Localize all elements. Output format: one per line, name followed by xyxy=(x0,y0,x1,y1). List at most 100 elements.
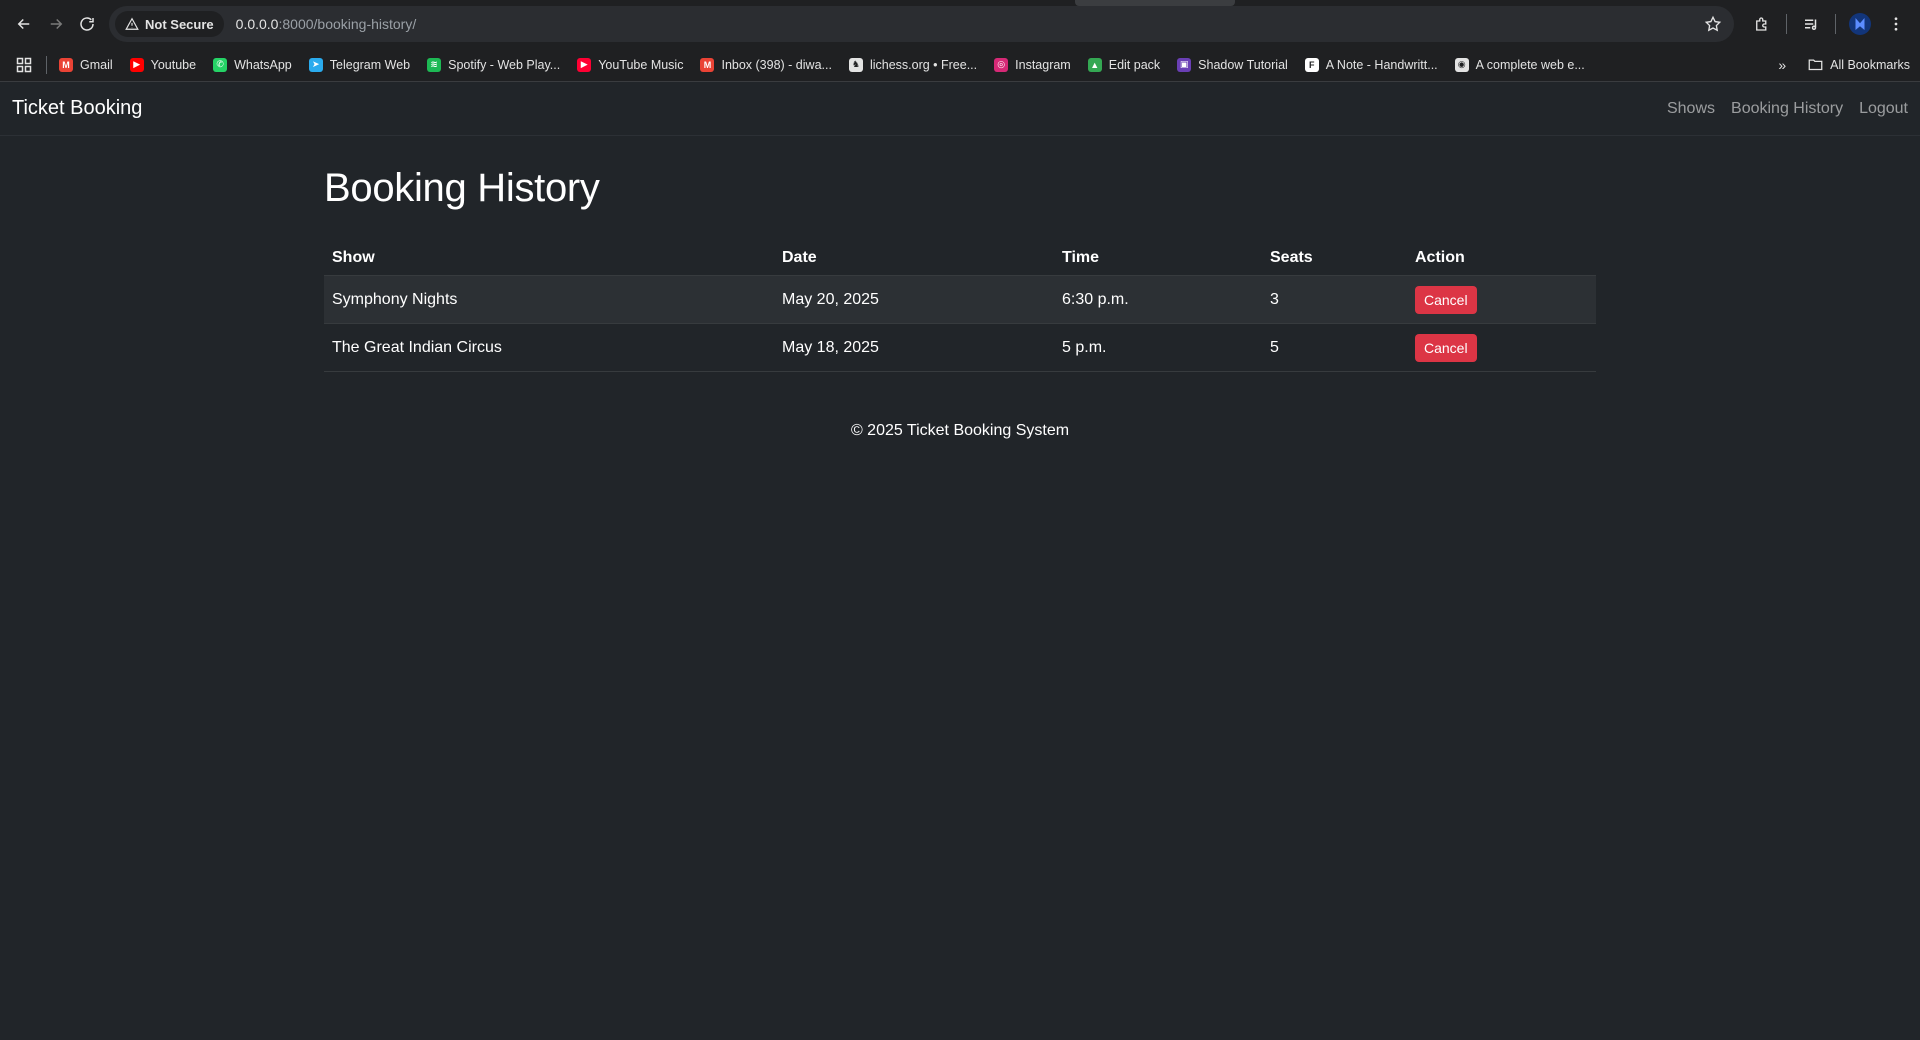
bookmark-label: A Note - Handwritt... xyxy=(1325,57,1438,72)
url-text[interactable]: 0.0.0.0:8000/booking-history/ xyxy=(236,16,417,32)
page-title: Booking History xyxy=(324,166,600,210)
bookmark-star-icon[interactable] xyxy=(1704,15,1722,33)
warning-triangle-icon xyxy=(125,17,139,30)
cancel-booking-button[interactable]: Cancel xyxy=(1415,333,1477,362)
cell-action: Cancel xyxy=(1407,323,1596,372)
kebab-menu-icon xyxy=(1894,17,1898,31)
bookmark-item[interactable]: ▶ YouTube Music xyxy=(577,57,684,72)
puzzle-icon xyxy=(1756,17,1767,31)
google-drive-icon: ▲ xyxy=(1087,57,1102,72)
bookmark-label: Gmail xyxy=(80,57,113,72)
site-navbar: Ticket Booking Shows Booking History Log… xyxy=(0,82,1920,136)
bookmark-item[interactable]: ◎ Instagram xyxy=(994,57,1071,72)
cell-seats: 5 xyxy=(1262,323,1407,372)
gmail-icon: M xyxy=(59,57,73,72)
bookmark-item[interactable]: ▣ Shadow Tutorial xyxy=(1177,57,1288,72)
bookmark-label: WhatsApp xyxy=(234,57,292,72)
bookmark-item[interactable]: M Gmail xyxy=(59,57,113,72)
nav-link-logout[interactable]: Logout xyxy=(1859,100,1908,118)
page-footer: © 2025 Ticket Booking System xyxy=(850,422,1070,439)
reload-icon xyxy=(80,17,94,31)
toolbar-actions xyxy=(1746,8,1912,40)
toolbar-separator xyxy=(1786,14,1788,34)
bookmark-label: Inbox (398) - diwa... xyxy=(721,57,832,72)
booking-table: Show Date Time Seats Action Symphony Nig… xyxy=(324,241,1596,372)
nav-link-booking-history[interactable]: Booking History xyxy=(1731,100,1843,118)
nav-links: Shows Booking History Logout xyxy=(1667,100,1908,118)
cell-date: May 20, 2025 xyxy=(774,275,1054,324)
bookmark-label: lichess.org • Free... xyxy=(869,57,978,72)
bookmark-item[interactable]: M Inbox (398) - diwa... xyxy=(700,57,832,72)
whatsapp-icon: ✆ xyxy=(213,57,228,72)
bookmark-label: Telegram Web xyxy=(329,57,411,72)
url-host: 0.0.0.0 xyxy=(235,16,279,32)
column-header-date: Date xyxy=(774,241,1054,276)
bookmark-label: A complete web e... xyxy=(1475,57,1585,72)
apps-button[interactable] xyxy=(10,57,38,73)
column-header-seats: Seats xyxy=(1262,241,1407,276)
bookmark-label: Youtube xyxy=(150,57,197,72)
more-bookmarks-button[interactable]: » xyxy=(1778,57,1786,73)
browser-toolbar: Not Secure 0.0.0.0:8000/booking-history/ xyxy=(0,0,1920,48)
back-button[interactable] xyxy=(8,6,40,42)
bookmark-item[interactable]: F A Note - Handwritt... xyxy=(1304,57,1438,72)
arrow-right-icon xyxy=(50,18,62,30)
bookmark-label: Instagram xyxy=(1015,57,1071,72)
media-controls-button[interactable] xyxy=(1795,8,1827,40)
telegram-icon: ➤ xyxy=(308,57,323,72)
bookmark-item[interactable]: ▲ Edit pack xyxy=(1087,57,1161,72)
bookmark-item[interactable]: ✆ WhatsApp xyxy=(213,57,292,72)
table-row: Symphony Nights May 20, 2025 6:30 p.m. 3… xyxy=(324,275,1596,324)
arrow-left-icon xyxy=(17,18,30,30)
cell-action: Cancel xyxy=(1407,275,1596,324)
cell-time: 6:30 p.m. xyxy=(1054,275,1262,324)
lichess-icon: ♞ xyxy=(848,57,863,72)
cell-show: Symphony Nights xyxy=(324,275,774,324)
avatar xyxy=(1849,13,1872,35)
bookmark-item[interactable]: ≋ Spotify - Web Play... xyxy=(427,57,561,72)
bookmark-item[interactable]: ♞ lichess.org • Free... xyxy=(848,57,978,72)
folder-icon xyxy=(1808,59,1823,71)
bookmark-label: YouTube Music xyxy=(598,57,684,72)
toolbar-separator xyxy=(1835,14,1837,34)
apps-grid-icon xyxy=(16,57,32,72)
table-header-row: Show Date Time Seats Action xyxy=(324,241,1596,276)
youtube-icon: ▶ xyxy=(129,57,144,72)
table-row: The Great Indian Circus May 18, 2025 5 p… xyxy=(324,323,1596,372)
browser-menu-button[interactable] xyxy=(1880,8,1912,40)
spotify-icon: ≋ xyxy=(427,57,442,72)
address-bar[interactable]: Not Secure 0.0.0.0:8000/booking-history/ xyxy=(109,6,1735,42)
shadow-tutorial-icon: ▣ xyxy=(1177,57,1192,72)
cell-seats: 3 xyxy=(1262,275,1407,324)
url-path: :8000/booking-history/ xyxy=(278,16,417,32)
bookmark-label: Spotify - Web Play... xyxy=(448,57,561,72)
column-header-show: Show xyxy=(324,241,774,276)
cancel-booking-button[interactable]: Cancel xyxy=(1415,285,1477,314)
profile-button[interactable] xyxy=(1844,8,1876,40)
all-bookmarks-button[interactable]: All Bookmarks xyxy=(1808,58,1910,72)
cell-date: May 18, 2025 xyxy=(774,323,1054,372)
bookmark-label: Edit pack xyxy=(1108,57,1161,72)
bookmarks-bar: M Gmail ▶ Youtube ✆ WhatsApp ➤ Telegram Web ≋ Spo… xyxy=(0,48,1920,82)
security-indicator[interactable]: Not Secure xyxy=(115,11,224,37)
bookmark-item[interactable]: ➤ Telegram Web xyxy=(308,57,411,72)
profile-avatar-icon xyxy=(1855,18,1865,30)
web-icon: ◉ xyxy=(1454,57,1469,72)
nav-link-shows[interactable]: Shows xyxy=(1667,100,1715,118)
bookmark-item[interactable]: ◉ A complete web e... xyxy=(1454,57,1585,72)
security-label: Not Secure xyxy=(145,16,214,32)
all-bookmarks-label: All Bookmarks xyxy=(1830,57,1910,72)
bookmark-item[interactable]: ▶ Youtube xyxy=(129,57,197,72)
column-header-action: Action xyxy=(1407,241,1596,276)
brand-link[interactable]: Ticket Booking xyxy=(12,97,142,120)
main-content: Booking History Show Date Time Seats Act… xyxy=(324,136,1596,440)
gmail-icon: M xyxy=(700,57,715,72)
extensions-button[interactable] xyxy=(1746,8,1778,40)
cell-show: The Great Indian Circus xyxy=(324,323,774,372)
bookmarks-divider xyxy=(46,55,47,74)
forward-button[interactable] xyxy=(40,6,72,42)
instagram-icon: ◎ xyxy=(994,57,1009,72)
note-icon: F xyxy=(1304,57,1319,72)
reload-button[interactable] xyxy=(71,6,103,42)
browser-chrome: Not Secure 0.0.0.0:8000/booking-history/ xyxy=(0,0,1920,82)
